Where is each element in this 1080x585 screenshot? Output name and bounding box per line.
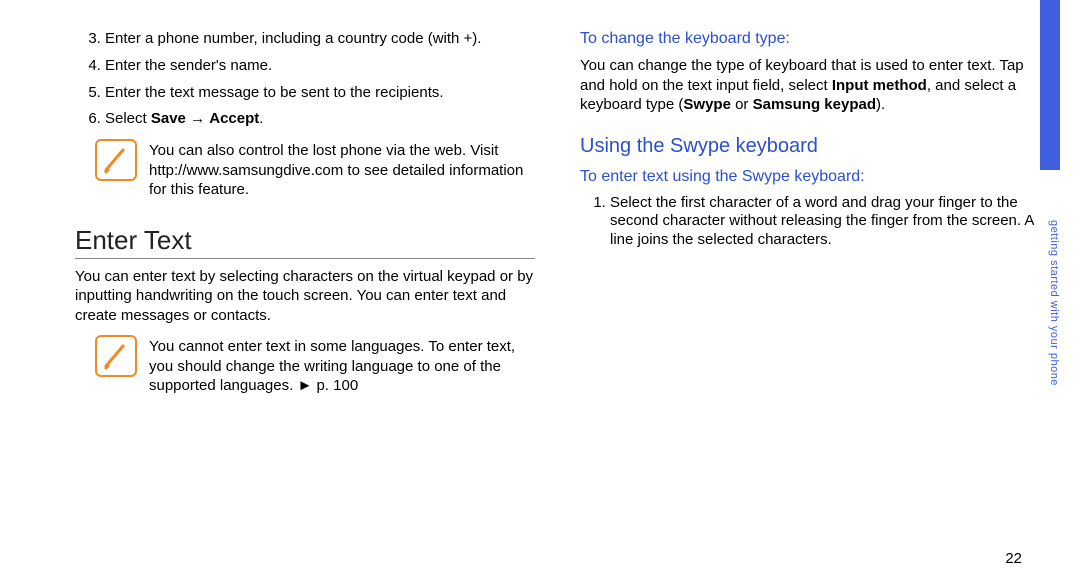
text: Select	[105, 110, 151, 127]
note-box-2: You cannot enter text in some languages.…	[95, 335, 535, 396]
right-column: To change the keyboard type: You can cha…	[580, 30, 1040, 416]
side-tab-color	[1040, 0, 1060, 170]
bold: Accept	[209, 110, 259, 127]
text: .	[259, 110, 263, 127]
step-5: Enter the text message to be sent to the…	[105, 84, 535, 103]
step-list-right: Select the first character of a word and…	[580, 194, 1040, 250]
page: Enter a phone number, including a countr…	[0, 0, 1080, 585]
sub-heading: To change the keyboard type:	[580, 30, 1040, 48]
note-icon	[95, 335, 137, 377]
text: or	[731, 96, 753, 113]
section-heading: Enter Text	[75, 225, 535, 256]
side-tab: getting started with your phone	[1040, 0, 1060, 585]
arrow-icon: →	[186, 110, 209, 127]
note-text: You cannot enter text in some languages.…	[149, 335, 535, 396]
section-subheading: Using the Swype keyboard	[580, 135, 1040, 158]
step-list-left: Enter a phone number, including a countr…	[75, 30, 535, 129]
note-text: You can also control the lost phone via …	[149, 139, 535, 200]
step-text: Select the first character of a word and…	[610, 194, 1034, 249]
bold: Samsung keypad	[753, 96, 876, 113]
content-columns: Enter a phone number, including a countr…	[0, 0, 1080, 416]
sub-heading: To enter text using the Swype keyboard:	[580, 168, 1040, 186]
bold: Swype	[683, 96, 731, 113]
bold: Input method	[832, 77, 927, 94]
step-text: Enter the text message to be sent to the…	[105, 84, 444, 101]
step-text: Enter the sender's name.	[105, 57, 272, 74]
body-paragraph: You can change the type of keyboard that…	[580, 56, 1040, 115]
page-number: 22	[1005, 550, 1022, 567]
side-tab-label: getting started with your phone	[1040, 220, 1060, 440]
section-rule	[75, 258, 535, 259]
step-4: Enter the sender's name.	[105, 57, 535, 76]
step-text: Select Save → Accept.	[105, 110, 263, 127]
left-column: Enter a phone number, including a countr…	[75, 30, 535, 416]
text: ).	[876, 96, 885, 113]
body-paragraph: You can enter text by selecting characte…	[75, 267, 535, 326]
bold: Save	[151, 110, 186, 127]
step-1: Select the first character of a word and…	[610, 194, 1040, 250]
step-6: Select Save → Accept.	[105, 110, 535, 129]
note-icon	[95, 139, 137, 181]
step-text: Enter a phone number, including a countr…	[105, 30, 481, 47]
step-3: Enter a phone number, including a countr…	[105, 30, 535, 49]
note-box-1: You can also control the lost phone via …	[95, 139, 535, 200]
